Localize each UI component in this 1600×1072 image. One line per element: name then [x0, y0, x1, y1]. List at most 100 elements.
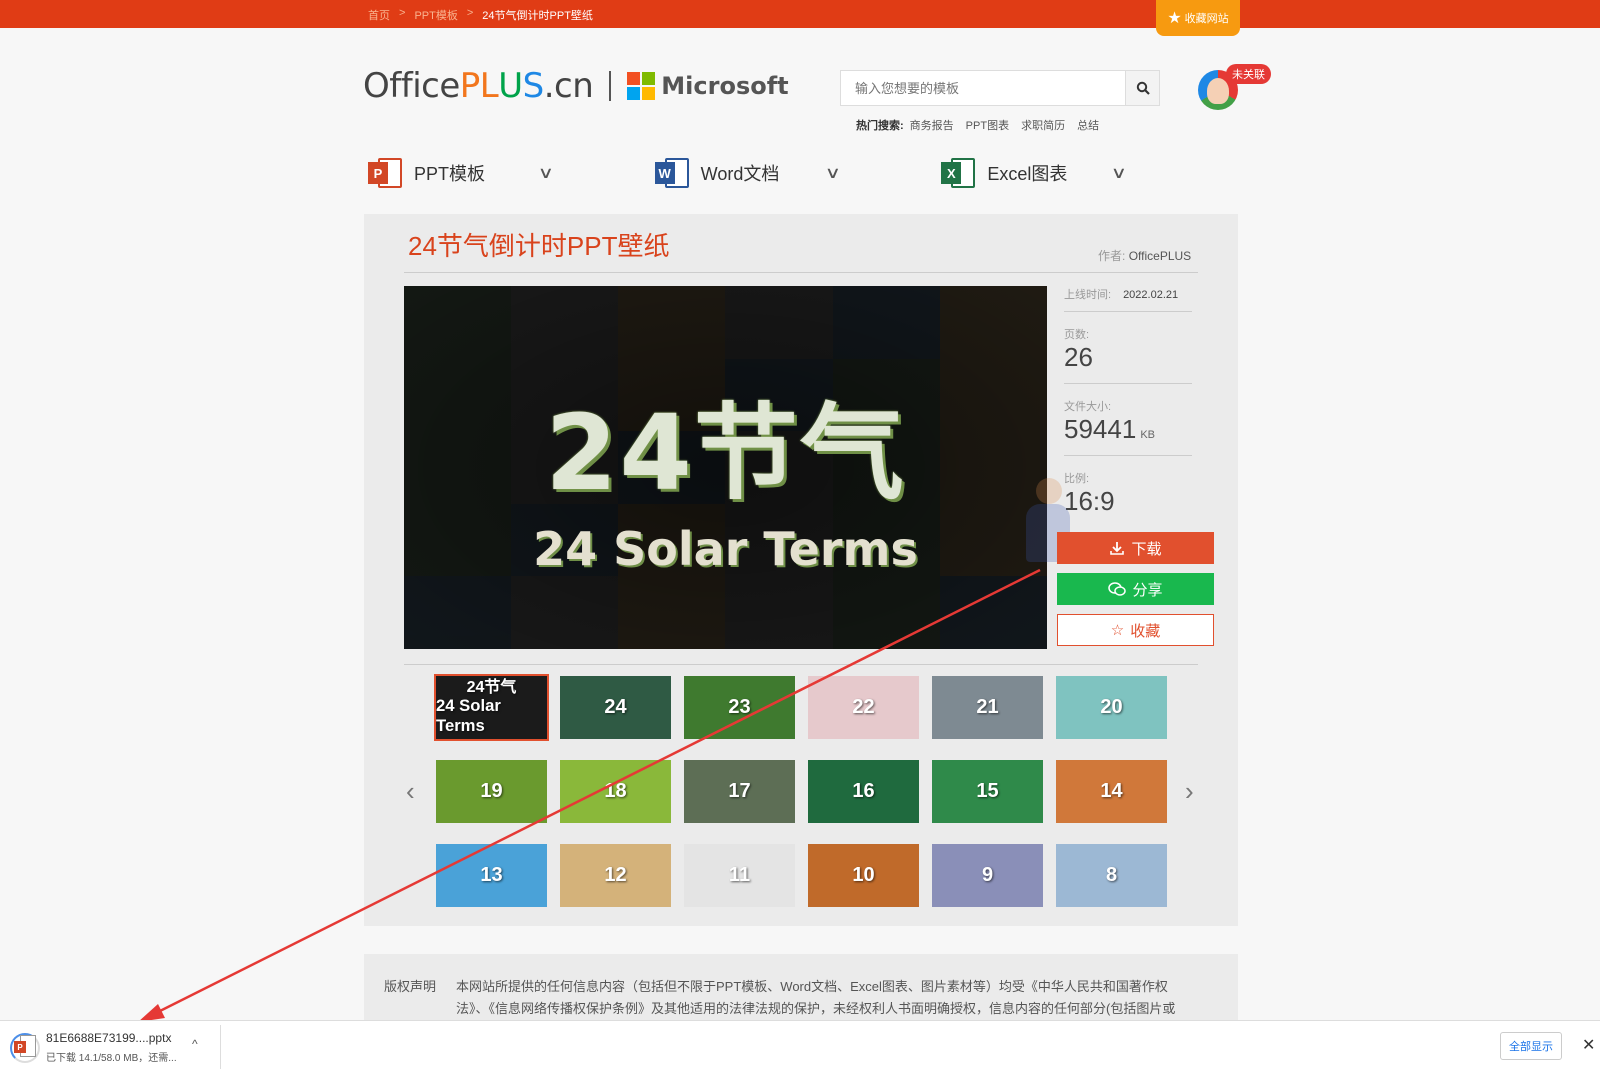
thumbnail[interactable]: 24	[560, 676, 671, 739]
thumbnail-label: 21	[976, 696, 999, 718]
breadcrumb-category[interactable]: PPT模板	[414, 7, 457, 23]
upload-date-row: 上线时间: 2022.02.21	[1064, 280, 1192, 312]
thumbnail[interactable]: 15	[932, 760, 1043, 823]
thumbnail[interactable]: 11	[684, 844, 795, 907]
page-count-row: 页数: 26	[1064, 312, 1192, 384]
logo-u: U	[498, 66, 523, 106]
hot-term[interactable]: 求职简历	[1021, 117, 1065, 133]
thumbnail[interactable]: 24节气 24 Solar Terms	[434, 674, 549, 741]
logo-divider	[609, 71, 612, 101]
account-status-badge[interactable]: 未关联	[1226, 64, 1271, 84]
page-count-value: 26	[1064, 342, 1093, 372]
search-icon	[1136, 81, 1150, 95]
avatar-face	[1207, 78, 1229, 104]
thumbnail[interactable]: 8	[1056, 844, 1167, 907]
download-status: 已下载 14.1/58.0 MB，还需...	[46, 1052, 177, 1064]
bookmark-site-button[interactable]: ★ 收藏网站	[1156, 0, 1240, 36]
share-button[interactable]: 分享	[1057, 573, 1214, 605]
search-button[interactable]	[1125, 71, 1159, 105]
thumbnail-label: 13	[480, 864, 503, 886]
breadcrumb-separator: >	[466, 7, 474, 19]
thumbnail-label: 20	[1100, 696, 1123, 718]
upload-date-value: 2022.02.21	[1123, 289, 1179, 301]
hot-term[interactable]: PPT图表	[966, 117, 1009, 133]
divider	[404, 664, 1198, 665]
breadcrumb: 首页 > PPT模板 > 24节气倒计时PPT壁纸	[368, 7, 593, 23]
word-icon-tag: W	[654, 162, 675, 184]
breadcrumb-separator: >	[399, 7, 406, 19]
thumbnail[interactable]: 13	[436, 844, 547, 907]
upload-date-label: 上线时间:	[1064, 289, 1112, 301]
chevron-down-icon[interactable]: ∨	[824, 163, 840, 183]
hot-term[interactable]: 总结	[1077, 117, 1099, 133]
close-icon[interactable]: ✕	[1582, 1035, 1595, 1055]
category-nav: P PPT模板 ∨ W Word文档 ∨ X Excel图表 ∨	[368, 150, 1228, 196]
ppt-icon: P	[368, 156, 402, 190]
logo-office-text: Office	[363, 66, 460, 106]
logo-l: L	[479, 66, 499, 106]
aspect-ratio-value: 16:9	[1064, 486, 1115, 516]
microsoft-logo-icon	[627, 72, 656, 100]
download-button[interactable]: 下载	[1057, 532, 1214, 564]
preview-subtitle: 24 Solar Terms	[533, 522, 918, 576]
thumbnail-sublabel: 24 Solar Terms	[436, 696, 501, 736]
template-info: 上线时间: 2022.02.21 页数: 26 文件大小: 59441 KB 比例:…	[1064, 280, 1192, 516]
chevron-down-icon[interactable]: ∨	[538, 163, 554, 183]
aspect-ratio-row: 比例: 16:9	[1064, 456, 1192, 516]
logo-p: P	[459, 66, 481, 106]
show-all-button[interactable]: 全部显示	[1500, 1032, 1562, 1060]
chevron-up-icon[interactable]: ^	[192, 1037, 198, 1051]
thumbnail-label: 16	[852, 780, 875, 802]
divider	[220, 1025, 221, 1069]
thumbnail-label: 23	[728, 696, 751, 718]
category-word[interactable]: W Word文档 ∨	[654, 150, 942, 196]
category-excel[interactable]: X Excel图表 ∨	[941, 150, 1228, 196]
chevron-down-icon[interactable]: ∨	[1111, 163, 1127, 183]
thumbnail[interactable]: 14	[1056, 760, 1167, 823]
thumbnail[interactable]: 20	[1056, 676, 1167, 739]
file-size-label: 文件大小:	[1064, 401, 1112, 413]
breadcrumb-home[interactable]: 首页	[368, 7, 390, 23]
thumbnail[interactable]: 23	[684, 676, 795, 739]
chevron-right-icon[interactable]: ›	[1185, 776, 1194, 807]
chevron-left-icon[interactable]: ‹	[406, 776, 415, 807]
thumbnail[interactable]: 9	[932, 844, 1043, 907]
preview-title: 24节气	[545, 392, 906, 514]
page-count-label: 页数:	[1064, 329, 1090, 341]
site-logo[interactable]: Office P L U S .cn Microsoft	[363, 66, 789, 106]
preview-image[interactable]: 24节气 24 Solar Terms	[404, 286, 1047, 649]
star-outline-icon: ☆	[1110, 622, 1125, 639]
share-label: 分享	[1132, 581, 1163, 599]
thumbnail-grid: 24节气 24 Solar Terms 24 23 22 21 20 19 18 17 16 15 14…	[434, 674, 1167, 907]
search-input[interactable]	[841, 71, 1125, 105]
thumbnail-label: 24	[604, 696, 627, 718]
microsoft-wordmark: Microsoft	[661, 72, 789, 100]
excel-icon: X	[941, 156, 976, 190]
officeplus-wordmark: Office P L U S .cn	[363, 66, 594, 106]
file-size-unit: KB	[1140, 429, 1155, 441]
thumbnail[interactable]: 19	[436, 760, 547, 823]
word-icon: W	[654, 156, 689, 190]
thumbnail[interactable]: 12	[560, 844, 671, 907]
author-name: OfficePLUS	[1128, 249, 1192, 263]
breadcrumb-current: 24节气倒计时PPT壁纸	[482, 10, 593, 22]
category-ppt[interactable]: P PPT模板 ∨	[368, 150, 655, 196]
hot-term[interactable]: 商务报告	[910, 117, 954, 133]
favorite-button[interactable]: ☆ 收藏	[1057, 614, 1214, 646]
download-label: 下载	[1131, 540, 1162, 558]
thumbnail[interactable]: 22	[808, 676, 919, 739]
wechat-icon	[1108, 582, 1127, 596]
favorite-label: 收藏	[1130, 622, 1161, 640]
download-item[interactable]: P 81E6688E73199....pptx 已下载 14.1/58.0 MB…	[10, 1029, 220, 1065]
star-icon: ★	[1167, 10, 1182, 27]
logo-domain: .cn	[543, 66, 594, 106]
browser-download-bar: P 81E6688E73199....pptx 已下载 14.1/58.0 MB…	[0, 1020, 1600, 1072]
category-label: Word文档	[700, 164, 780, 184]
category-label: Excel图表	[987, 164, 1068, 184]
thumbnail-label: 18	[604, 780, 627, 802]
thumbnail[interactable]: 17	[684, 760, 795, 823]
thumbnail[interactable]: 18	[560, 760, 671, 823]
thumbnail[interactable]: 10	[808, 844, 919, 907]
thumbnail[interactable]: 16	[808, 760, 919, 823]
thumbnail[interactable]: 21	[932, 676, 1043, 739]
